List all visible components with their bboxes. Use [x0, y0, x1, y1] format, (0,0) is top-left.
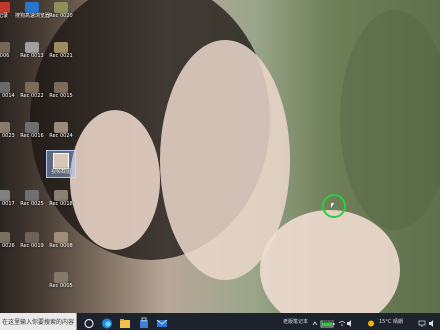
file-icon	[54, 2, 68, 13]
desktop-icon[interactable]: Rec 0008	[44, 232, 78, 260]
tray-app-label[interactable]: 老版笔记本	[283, 318, 308, 325]
wifi-icon[interactable]	[338, 315, 346, 328]
desktop-icon[interactable]: Rec 0005	[44, 272, 78, 300]
desktop-icon-label: Rec 0015	[49, 93, 73, 99]
taskbar-search-box[interactable]: 在这里输入你要搜索的内容	[0, 313, 77, 330]
desktop-icon[interactable]: Rec 0021	[44, 42, 78, 70]
desktop-icon-label: Rec 0018	[49, 201, 73, 207]
selected-desktop-file[interactable]: 视频截图	[46, 150, 76, 178]
file-icon	[25, 2, 39, 13]
file-icon	[0, 232, 10, 243]
desktop-icon-label: Rec 0008	[49, 243, 73, 249]
file-icon	[0, 122, 10, 133]
mouse-pointer-icon	[331, 203, 334, 208]
store-icon[interactable]	[137, 315, 151, 328]
file-icon	[54, 42, 68, 53]
desktop-icon[interactable]: Rec 0020	[44, 2, 78, 30]
file-icon	[0, 2, 10, 13]
file-thumbnail-icon	[53, 153, 69, 169]
taskbar: 在这里输入你要搜索的内容 老版笔记本 100% 15°C 晴朗	[0, 313, 440, 330]
click-indicator-ring	[322, 194, 346, 218]
speaker-icon[interactable]	[428, 315, 436, 328]
file-icon	[54, 190, 68, 201]
mail-icon[interactable]	[155, 315, 169, 328]
desktop-icon[interactable]: Rec 0015	[44, 82, 78, 110]
file-icon	[25, 232, 39, 243]
file-icon	[54, 232, 68, 243]
desktop-icon-label: Rec 0021	[49, 53, 73, 59]
file-icon	[54, 122, 68, 133]
desktop-icon-label: Rec 0005	[49, 283, 73, 289]
file-icon	[54, 272, 68, 283]
weather-text[interactable]: 15°C 晴朗	[379, 318, 403, 325]
desktop-icon[interactable]: Rec 0024	[44, 122, 78, 150]
battery-text: 100%	[322, 319, 334, 324]
file-icon	[25, 42, 39, 53]
tray-chevron-up-icon[interactable]	[311, 315, 319, 328]
file-icon	[25, 190, 39, 201]
file-explorer-icon[interactable]	[118, 315, 132, 328]
file-icon	[25, 122, 39, 133]
edge-browser-icon[interactable]	[100, 315, 114, 329]
file-icon	[25, 82, 39, 93]
file-icon	[0, 82, 10, 93]
network-icon[interactable]	[418, 315, 426, 328]
file-icon	[54, 82, 68, 93]
desktop-icon-label: Rec 0020	[49, 13, 73, 19]
volume-icon[interactable]	[346, 315, 354, 328]
file-icon	[0, 42, 10, 53]
desktop-icon[interactable]: Rec 0018	[44, 190, 78, 218]
file-icon	[0, 190, 10, 201]
task-view-icon[interactable]	[82, 315, 96, 329]
taskbar-search-placeholder: 在这里输入你要搜索的内容	[2, 319, 75, 326]
weather-sun-icon[interactable]	[366, 315, 376, 328]
desktop-icon-label: Rec 0024	[49, 133, 73, 139]
selected-file-label: 视频截图	[50, 169, 71, 175]
